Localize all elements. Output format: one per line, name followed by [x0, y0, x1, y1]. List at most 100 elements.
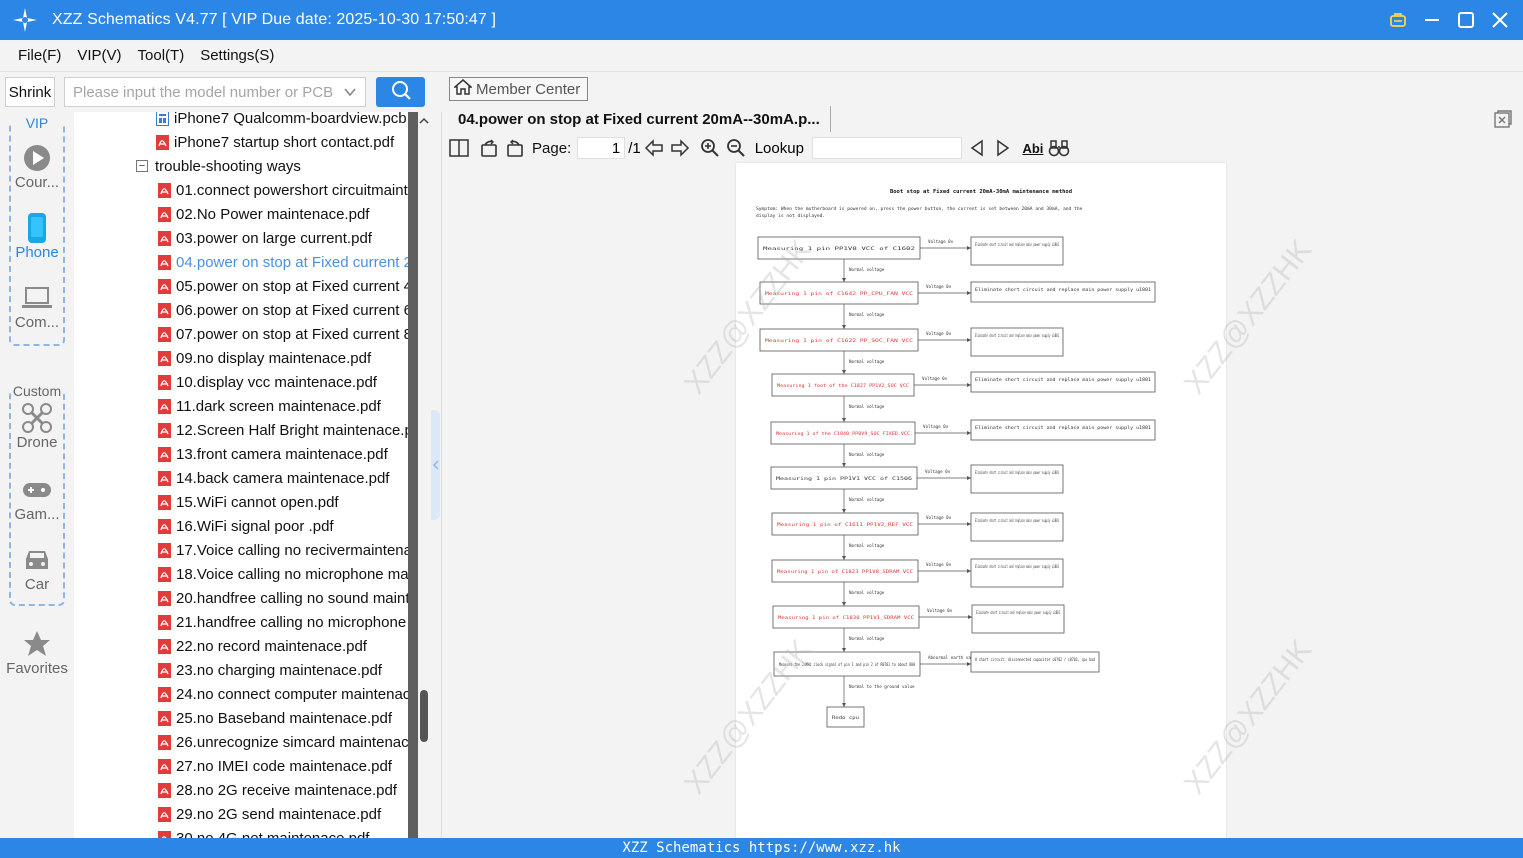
menu-tool[interactable]: Tool(T) — [130, 47, 193, 64]
tree-scroll-gutter — [408, 112, 418, 838]
tree-file-row[interactable]: 03.power on large current.pdf — [74, 226, 408, 250]
find-previous-icon[interactable] — [966, 137, 988, 159]
close-tab-icon[interactable] — [1494, 110, 1512, 128]
flow-branch-label: Voltage 0v — [922, 376, 948, 381]
tree-file-row[interactable]: 18.Voice calling no microphone maintenac… — [74, 562, 408, 586]
tree-file-label: 17.Voice calling no recivermaintenace.pd… — [176, 541, 408, 559]
tree-file-row[interactable]: 29.no 2G send maintenace.pdf — [74, 802, 408, 826]
flow-arrowhead — [967, 431, 971, 435]
model-search-box[interactable] — [64, 77, 366, 107]
tree-file-row[interactable]: 09.no display maintenace.pdf — [74, 346, 408, 370]
flow-arrowhead — [842, 509, 846, 513]
tree-file-row[interactable]: 20.handfree calling no sound maintenace.… — [74, 586, 408, 610]
rail-item-courses[interactable]: Cour... — [0, 142, 74, 191]
rail-item-favorites[interactable]: Favorites — [0, 628, 74, 677]
window-title: XZZ Schematics V4.77 [ VIP Due date: 202… — [52, 11, 496, 28]
tree-file-row[interactable]: 02.No Power maintenace.pdf — [74, 202, 408, 226]
tree-file-row[interactable]: iPhone7 Qualcomm-boardview.pcb — [74, 112, 408, 130]
menu-settings[interactable]: Settings(S) — [192, 47, 282, 64]
flow-branch-label: Voltage 0v — [926, 562, 952, 567]
zoom-out-icon[interactable] — [725, 137, 747, 159]
rail-item-drone[interactable]: Drone — [0, 402, 74, 451]
match-case-button[interactable]: Abi — [1020, 137, 1046, 159]
tree-file-row[interactable]: 10.display vcc maintenace.pdf — [74, 370, 408, 394]
tree-file-row[interactable]: 06.power on stop at Fixed current 60mA.p… — [74, 298, 408, 322]
collapse-handle-icon[interactable] — [431, 410, 440, 520]
tree-file-row[interactable]: 22.no record maintenace.pdf — [74, 634, 408, 658]
rotate-right-icon[interactable] — [504, 137, 526, 159]
pdf-icon — [158, 806, 171, 822]
flow-result-box — [970, 281, 1156, 303]
next-page-icon[interactable] — [669, 137, 691, 159]
collapse-toggle-icon[interactable]: − — [136, 160, 148, 172]
tree-file-row[interactable]: 04.power on stop at Fixed current 20mA--… — [74, 250, 408, 274]
binoculars-icon[interactable] — [1048, 137, 1070, 159]
tree-file-row[interactable]: 07.power on stop at Fixed current 80mA.p… — [74, 322, 408, 346]
rail-item-car[interactable]: Car — [0, 544, 74, 593]
menu-file[interactable]: File(F) — [10, 47, 69, 64]
tree-scroll-thumb[interactable] — [420, 690, 428, 742]
tree-file-label: 07.power on stop at Fixed current 80mA.p… — [176, 325, 408, 343]
laptop-icon — [0, 282, 74, 314]
document-tab[interactable]: 04.power on stop at Fixed current 20mA--… — [448, 106, 831, 132]
rail-item-label: Favorites — [6, 660, 68, 677]
flow-result-box — [970, 419, 1156, 441]
tree-file-row[interactable]: 12.Screen Half Bright maintenace.pdf — [74, 418, 408, 442]
tree-file-row[interactable]: 30.no 4G net maintenace.pdf — [74, 826, 408, 838]
scroll-up-arrow-icon[interactable] — [418, 114, 430, 126]
lookup-input[interactable] — [811, 137, 962, 159]
prev-page-icon[interactable] — [643, 137, 665, 159]
tree-file-row[interactable]: 15.WiFi cannot open.pdf — [74, 490, 408, 514]
page-number-input[interactable] — [577, 137, 626, 159]
zoom-in-icon[interactable] — [699, 137, 721, 159]
tree-file-row[interactable]: 01.connect powershort circuitmaintenace.… — [74, 178, 408, 202]
maximize-icon[interactable] — [1455, 9, 1477, 31]
shrink-button[interactable]: Shrink — [5, 77, 55, 107]
tree-file-label: 04.power on stop at Fixed current 20mA--… — [176, 253, 408, 271]
chevron-down-icon[interactable] — [343, 85, 357, 104]
tree-file-row[interactable]: 24.no connect computer maintenace.pdf — [74, 682, 408, 706]
close-icon[interactable] — [1489, 9, 1511, 31]
rail-item-computer[interactable]: Com... — [0, 282, 74, 331]
tree-file-row[interactable]: 28.no 2G receive maintenace.pdf — [74, 778, 408, 802]
menu-vip[interactable]: VIP(V) — [69, 47, 129, 64]
tree-file-row[interactable]: 13.front camera maintenace.pdf — [74, 442, 408, 466]
model-search-input[interactable] — [73, 83, 333, 101]
tree-folder-row[interactable]: − trouble-shooting ways — [74, 154, 408, 178]
tree-file-row[interactable]: iPhone7 startup short contact.pdf — [74, 130, 408, 154]
flow-step-label: Measuring 1 pin of C1611 PP1V2_REF VCC — [777, 522, 914, 528]
flow-down-label: Normal voltage — [849, 312, 885, 317]
flow-arrowhead — [842, 325, 846, 329]
flow-step-label: Redo cpu — [832, 715, 859, 721]
search-button[interactable] — [376, 77, 425, 107]
tree-file-row[interactable]: 05.power on stop at Fixed current 40mA.p… — [74, 274, 408, 298]
tree-file-row[interactable]: 17.Voice calling no recivermaintenace.pd… — [74, 538, 408, 562]
flow-arrowhead — [967, 522, 971, 526]
title-bar[interactable]: XZZ Schematics V4.77 [ VIP Due date: 202… — [0, 0, 1523, 40]
flow-result-label: Eliminate short circuit and replace main… — [975, 242, 1059, 247]
find-next-icon[interactable] — [992, 137, 1014, 159]
vip-crown-icon[interactable] — [1387, 9, 1409, 31]
tree-file-row[interactable]: 27.no IMEI code maintenace.pdf — [74, 754, 408, 778]
rail-item-game[interactable]: Gam... — [0, 474, 74, 523]
rail-item-phone[interactable]: Phone — [0, 212, 74, 261]
flow-step-label: Measuring 1 pin of C1823 PP1V8_SDRAM VCC — [777, 569, 914, 575]
minimize-icon[interactable] — [1421, 9, 1443, 31]
rail-item-label: Car — [24, 576, 50, 593]
tree-file-row[interactable]: 23.no charging maintenace.pdf — [74, 658, 408, 682]
rotate-left-icon[interactable] — [478, 137, 500, 159]
rail-item-label: Phone — [15, 244, 59, 261]
flow-result-label: Eliminate short circuit and replace main… — [975, 287, 1152, 292]
tree-file-row[interactable]: 21.handfree calling no microphone mainte… — [74, 610, 408, 634]
tree-file-row[interactable]: 11.dark screen maintenace.pdf — [74, 394, 408, 418]
sidebar-toggle-icon[interactable] — [448, 137, 470, 159]
tree-file-row[interactable]: 14.back camera maintenace.pdf — [74, 466, 408, 490]
doc-symptom-line: Symptom: When the motherboard is powered… — [756, 206, 1083, 212]
tree-file-row[interactable]: 26.unrecognize simcard maintenace.pdf — [74, 730, 408, 754]
tree-file-row[interactable]: 25.no Baseband maintenace.pdf — [74, 706, 408, 730]
tree-file-label: 10.display vcc maintenace.pdf — [176, 373, 377, 391]
member-center-button[interactable]: Member Center — [449, 77, 588, 101]
pcb-file-icon — [156, 112, 169, 126]
tree-file-row[interactable]: 16.WiFi signal poor .pdf — [74, 514, 408, 538]
tree-file-label: 06.power on stop at Fixed current 60mA.p… — [176, 301, 408, 319]
